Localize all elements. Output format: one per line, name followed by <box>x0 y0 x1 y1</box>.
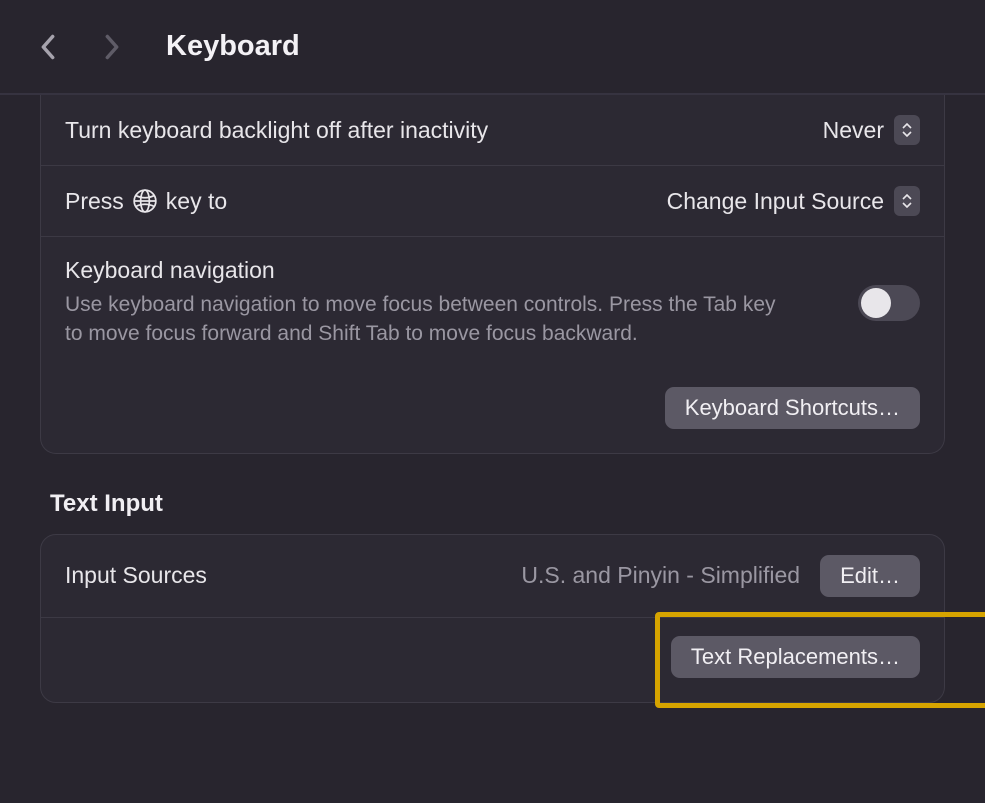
keyboard-settings-panel: Turn keyboard backlight off after inacti… <box>40 95 945 454</box>
back-button[interactable] <box>30 29 66 65</box>
globekey-row: Press key to Change Input Source <box>41 166 944 237</box>
updown-icon <box>894 115 920 145</box>
text-input-panel: Input Sources U.S. and Pinyin - Simplifi… <box>40 534 945 703</box>
globekey-label-suffix: key to <box>166 188 227 215</box>
globekey-select[interactable]: Change Input Source <box>667 186 920 216</box>
backlight-label: Turn keyboard backlight off after inacti… <box>65 117 488 144</box>
updown-icon <box>894 186 920 216</box>
keyboard-shortcuts-button[interactable]: Keyboard Shortcuts… <box>665 387 920 429</box>
backlight-select[interactable]: Never <box>823 115 920 145</box>
toggle-knob <box>861 288 891 318</box>
edit-input-sources-button[interactable]: Edit… <box>820 555 920 597</box>
text-replacements-button[interactable]: Text Replacements… <box>671 636 920 678</box>
keyboard-navigation-toggle[interactable] <box>858 285 920 321</box>
globe-icon <box>132 188 158 214</box>
header-bar: Keyboard <box>0 0 985 95</box>
input-sources-value: U.S. and Pinyin - Simplified <box>521 562 800 589</box>
text-input-section-title: Text Input <box>50 490 945 518</box>
forward-button[interactable] <box>94 29 130 65</box>
globekey-label: Press key to <box>65 188 227 215</box>
text-replacements-row: Text Replacements… <box>41 618 944 702</box>
backlight-row: Turn keyboard backlight off after inacti… <box>41 95 944 166</box>
page-title: Keyboard <box>166 30 300 63</box>
keyboard-navigation-description: Use keyboard navigation to move focus be… <box>65 290 785 349</box>
input-sources-row: Input Sources U.S. and Pinyin - Simplifi… <box>41 535 944 618</box>
globekey-label-prefix: Press <box>65 188 124 215</box>
shortcuts-button-row: Keyboard Shortcuts… <box>41 369 944 453</box>
keyboard-navigation-row: Keyboard navigation Use keyboard navigat… <box>41 237 944 369</box>
backlight-value: Never <box>823 117 884 144</box>
keyboard-navigation-label: Keyboard navigation <box>65 257 842 284</box>
input-sources-label: Input Sources <box>65 562 207 589</box>
globekey-value: Change Input Source <box>667 188 884 215</box>
